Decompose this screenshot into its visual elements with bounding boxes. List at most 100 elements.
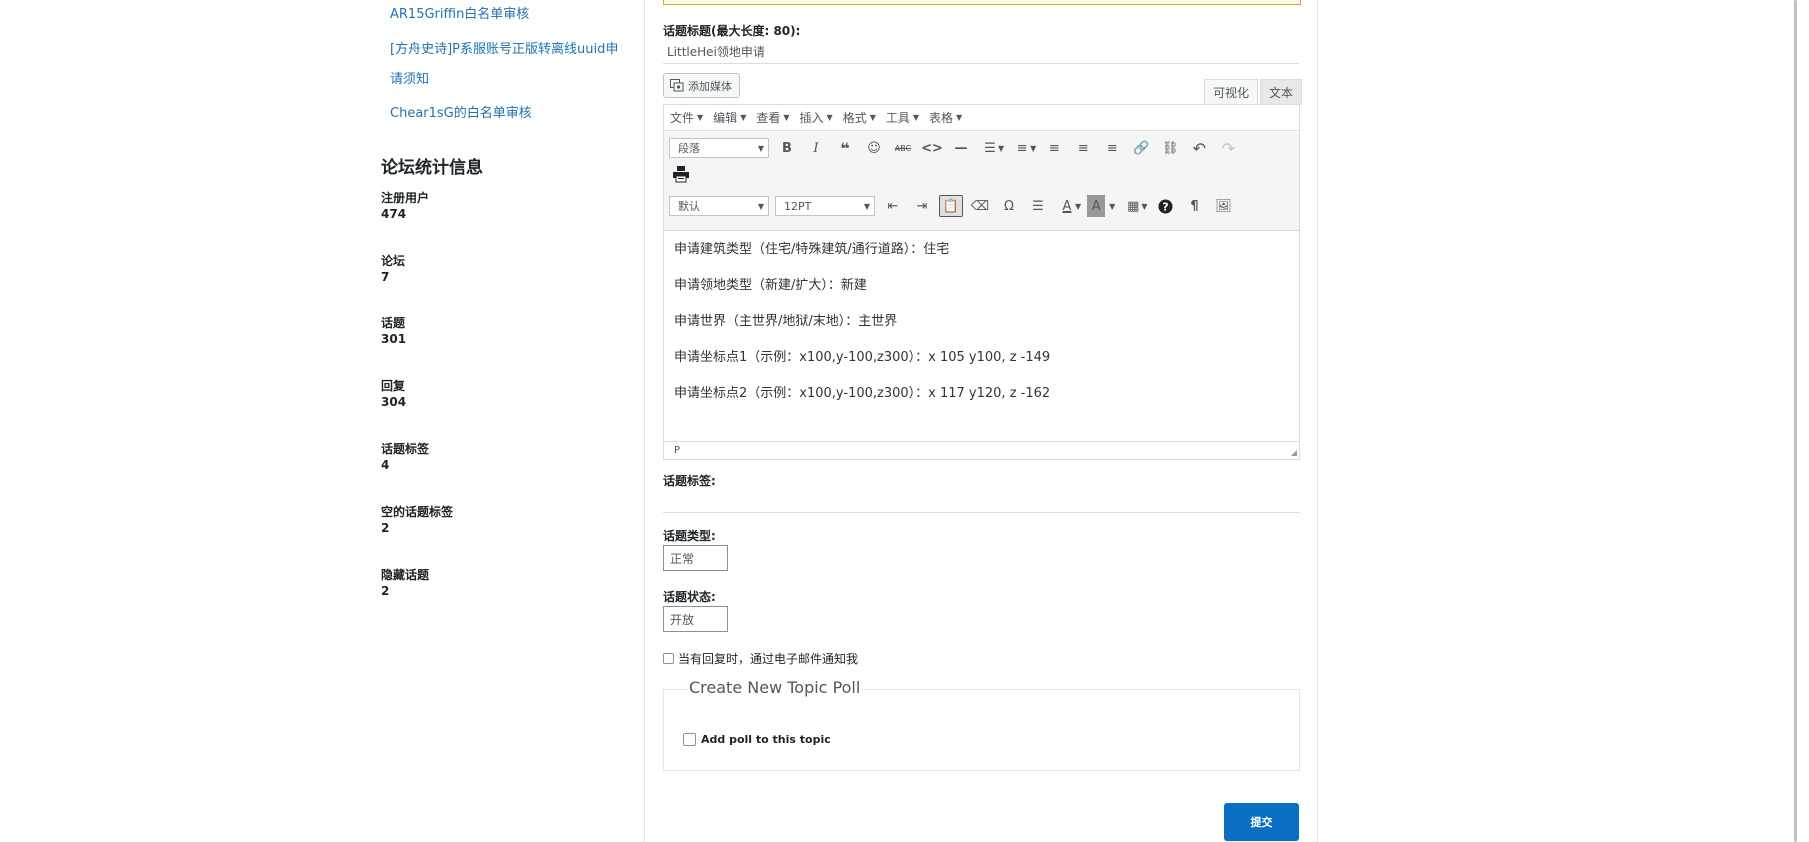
stat-label-users: 注册用户 bbox=[381, 191, 430, 205]
paste-as-text-icon[interactable]: 📋 bbox=[939, 195, 963, 217]
tab-visual[interactable]: 可视化 bbox=[1204, 79, 1259, 105]
topic-tags-label: 话题标签: bbox=[663, 474, 716, 488]
align-right-icon[interactable]: ≡ bbox=[1100, 137, 1124, 159]
unlink-icon[interactable]: ⛓ bbox=[1158, 137, 1182, 159]
menu-edit[interactable]: 编辑 ▼ bbox=[713, 109, 746, 126]
sidebar: AR15Griffin白名单审核 [方舟史诗]P系服账号正版转离线uuid申 请… bbox=[0, 0, 644, 842]
background-color-icon[interactable]: A bbox=[1087, 195, 1106, 217]
block-format-select[interactable]: 段落 ▼ bbox=[669, 138, 769, 158]
image-icon[interactable]: 🖼 bbox=[1211, 195, 1235, 217]
stat-value-topic-tags: 4 bbox=[381, 458, 390, 472]
topic-tags-input[interactable] bbox=[663, 512, 1300, 513]
align-center-icon[interactable]: ≡ bbox=[1071, 137, 1095, 159]
svg-text:?: ? bbox=[1162, 200, 1168, 213]
add-media-label: 添加媒体 bbox=[688, 79, 732, 93]
stat-label-topic-tags: 话题标签 bbox=[381, 442, 430, 456]
editor-toolbar: 段落 ▼ B I ❝ ☺ ABC <> — ☰ ▼ ≡ ▼ ≡ ≡ ≡ 🔗 ⛓ ↶… bbox=[664, 132, 1299, 231]
add-poll-label: Add poll to this topic bbox=[701, 733, 831, 746]
content-line-4: 申请坐标点1（示例：x100,y-100,z300）：x 105 y100, z… bbox=[674, 350, 1051, 365]
notify-checkbox[interactable] bbox=[663, 653, 674, 664]
menu-tools[interactable]: 工具 ▼ bbox=[886, 109, 919, 126]
tab-text[interactable]: 文本 bbox=[1260, 79, 1303, 105]
notify-option: 当有回复时，通过电子邮件通知我 bbox=[663, 650, 858, 667]
poll-option: Add poll to this topic bbox=[683, 733, 831, 746]
printer-icon[interactable] bbox=[669, 163, 693, 185]
element-path[interactable]: P bbox=[674, 445, 680, 456]
menu-table[interactable]: 表格 ▼ bbox=[929, 109, 962, 126]
menu-format[interactable]: 格式 ▼ bbox=[843, 109, 876, 126]
topic-status-select[interactable]: 开放 bbox=[663, 606, 728, 632]
sidebar-link-chear1sg[interactable]: Chear1sG的白名单审核 bbox=[390, 102, 532, 121]
stat-label-forums: 论坛 bbox=[381, 254, 406, 268]
bullet-list-dropdown-icon[interactable]: ▼ bbox=[998, 144, 1004, 153]
italic-icon[interactable]: I bbox=[804, 137, 828, 159]
topic-title-value: LittleHei领地申请 bbox=[667, 45, 765, 59]
resize-handle-icon[interactable]: ◢ bbox=[1291, 448, 1297, 457]
poll-fieldset: Create New Topic Poll Add poll to this t… bbox=[663, 678, 1300, 771]
editor-content[interactable]: 申请建筑类型（住宅/特殊建筑/通行道路）：住宅 申请领地类型（新建/扩大）：新建… bbox=[674, 240, 1284, 420]
add-poll-checkbox[interactable] bbox=[683, 733, 696, 746]
right-column-border bbox=[1317, 0, 1318, 842]
horizontal-rule-icon[interactable]: — bbox=[949, 137, 973, 159]
sidebar-link-ar15griffin[interactable]: AR15Griffin白名单审核 bbox=[390, 3, 529, 22]
stat-label-replies: 回复 bbox=[381, 379, 406, 393]
media-icon bbox=[670, 79, 684, 92]
poll-legend: Create New Topic Poll bbox=[687, 678, 863, 697]
menu-file[interactable]: 文件 ▼ bbox=[670, 109, 703, 126]
toolbar-row-2 bbox=[669, 162, 698, 186]
strikethrough-icon[interactable]: ABC bbox=[891, 137, 915, 159]
special-character-icon[interactable]: Ω bbox=[997, 195, 1021, 217]
content-line-2: 申请领地类型（新建/扩大）：新建 bbox=[674, 278, 867, 293]
stat-label-topics: 话题 bbox=[381, 316, 406, 330]
indent-icon[interactable]: ⇥ bbox=[910, 195, 934, 217]
page-scrollbar[interactable] bbox=[1794, 0, 1797, 842]
toolbar-row-3: 默认 ▼ 12PT ▼ ⇤ ⇥ 📋 ⌫ Ω ☰ A ▼ A ▼ ▦ ▼ ? ¶ 🖼 bbox=[669, 194, 1240, 218]
text-color-dropdown-icon[interactable]: ▼ bbox=[1075, 202, 1081, 211]
chevron-down-icon: ▼ bbox=[912, 113, 920, 122]
font-size-select[interactable]: 12PT ▼ bbox=[775, 196, 875, 216]
undo-icon[interactable]: ↶ bbox=[1187, 137, 1211, 159]
emoticon-icon[interactable]: ☺ bbox=[862, 137, 886, 159]
submit-button[interactable]: 提交 bbox=[1224, 803, 1299, 841]
chevron-down-icon: ▼ bbox=[757, 143, 764, 153]
code-icon[interactable]: <> bbox=[920, 137, 944, 159]
topic-type-select[interactable]: 正常 bbox=[663, 545, 728, 571]
editor-statusbar: P ◢ bbox=[664, 441, 1299, 459]
chevron-down-icon: ▼ bbox=[783, 113, 790, 122]
menu-view[interactable]: 查看 ▼ bbox=[756, 109, 789, 126]
main-column-border bbox=[644, 0, 645, 842]
rich-text-editor: 文件 ▼ 编辑 ▼ 查看 ▼ 插入 ▼ 格式 ▼ 工具 ▼ 表格 ▼ 段落 ▼ B I ❝ ☺ … bbox=[663, 104, 1300, 460]
chevron-down-icon: ▼ bbox=[757, 201, 764, 211]
topic-type-label: 话题类型: bbox=[663, 529, 716, 543]
show-blocks-icon[interactable]: ¶ bbox=[1182, 195, 1206, 217]
more-tag-icon[interactable]: ☰ bbox=[1026, 195, 1050, 217]
redo-icon[interactable]: ↷ bbox=[1216, 137, 1240, 159]
add-media-button[interactable]: 添加媒体 bbox=[663, 73, 740, 98]
sidebar-link-ark-epic-1[interactable]: [方舟史诗]P系服账号正版转离线uuid申 bbox=[390, 38, 618, 57]
blockquote-icon[interactable]: ❝ bbox=[833, 137, 857, 159]
menu-insert[interactable]: 插入 ▼ bbox=[800, 109, 833, 126]
clear-formatting-icon[interactable]: ⌫ bbox=[968, 195, 992, 217]
content-line-1: 申请建筑类型（住宅/特殊建筑/通行道路）：住宅 bbox=[674, 242, 950, 257]
align-left-icon[interactable]: ≡ bbox=[1042, 137, 1066, 159]
background-color-dropdown-icon[interactable]: ▼ bbox=[1109, 202, 1115, 211]
link-icon[interactable]: 🔗 bbox=[1129, 137, 1153, 159]
stat-label-empty-tags: 空的话题标签 bbox=[381, 505, 454, 519]
sidebar-link-ark-epic-2[interactable]: 请须知 bbox=[390, 68, 429, 87]
chevron-down-icon: ▼ bbox=[956, 113, 963, 122]
notice-box bbox=[663, 0, 1301, 5]
chevron-down-icon: ▼ bbox=[697, 113, 704, 122]
help-icon[interactable]: ? bbox=[1153, 195, 1177, 217]
font-family-select[interactable]: 默认 ▼ bbox=[669, 196, 769, 216]
chevron-down-icon: ▼ bbox=[863, 201, 870, 211]
topic-status-value: 开放 bbox=[670, 612, 695, 627]
toolbar-row-1: 段落 ▼ B I ❝ ☺ ABC <> — ☰ ▼ ≡ ▼ ≡ ≡ ≡ 🔗 ⛓ ↶… bbox=[669, 136, 1245, 160]
bold-icon[interactable]: B bbox=[775, 137, 799, 159]
numbered-list-dropdown-icon[interactable]: ▼ bbox=[1030, 144, 1036, 153]
table-dropdown-icon[interactable]: ▼ bbox=[1141, 202, 1147, 211]
outdent-icon[interactable]: ⇤ bbox=[881, 195, 905, 217]
content-line-3: 申请世界（主世界/地狱/末地）：主世界 bbox=[674, 314, 898, 329]
stat-value-empty-tags: 2 bbox=[381, 521, 390, 535]
topic-title-input[interactable]: LittleHei领地申请 bbox=[663, 43, 1299, 64]
notify-label: 当有回复时，通过电子邮件通知我 bbox=[678, 652, 859, 666]
